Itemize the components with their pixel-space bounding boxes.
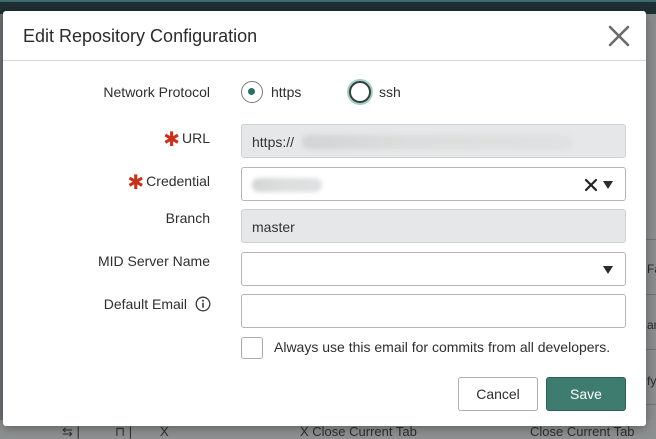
radio-ssh-label: ssh — [379, 84, 401, 100]
close-icon[interactable] — [607, 24, 631, 48]
background-bottom-item: X — [160, 424, 169, 439]
network-protocol-label: Network Protocol — [103, 84, 210, 100]
dialog-title: Edit Repository Configuration — [23, 26, 258, 46]
background-right-panel: Fa an fy — [646, 14, 656, 439]
save-button[interactable]: Save — [546, 377, 626, 411]
cancel-button[interactable]: Cancel — [458, 377, 538, 411]
edit-repository-dialog: Edit Repository Configuration Network Pr… — [3, 11, 646, 426]
background-bottom-item: ⊓ | — [115, 424, 133, 439]
url-label: ✱ URL — [163, 124, 210, 151]
url-field[interactable]: https:// — [241, 124, 626, 158]
background-row-divider — [646, 349, 656, 350]
branch-field[interactable]: master — [241, 209, 626, 243]
required-asterisk-icon: ✱ — [127, 172, 145, 194]
default-email-input[interactable] — [241, 294, 626, 328]
always-use-email-label: Always use this email for commits from a… — [274, 339, 611, 355]
mid-server-select[interactable] — [241, 252, 626, 286]
url-value-prefix: https:// — [252, 134, 295, 150]
radio-https[interactable] — [241, 81, 263, 103]
background-row-divider — [646, 239, 656, 240]
background-row-divider — [646, 294, 656, 295]
branch-label: Branch — [165, 210, 210, 226]
background-row-divider — [646, 404, 656, 405]
background-bottom-item: Close Current Tab — [530, 424, 635, 439]
background-text-fragment: fy — [647, 374, 656, 388]
chevron-down-icon[interactable] — [603, 266, 613, 274]
background-text-fragment: Fa — [647, 262, 656, 276]
mid-server-label: MID Server Name — [97, 253, 210, 269]
credential-select[interactable] — [241, 167, 626, 201]
required-asterisk-icon: ✱ — [163, 129, 180, 151]
info-circle-icon[interactable] — [195, 296, 211, 312]
branch-value: master — [252, 219, 295, 235]
credential-label: ✱ Credential — [127, 167, 210, 194]
always-use-email-checkbox[interactable] — [241, 337, 263, 359]
credential-label-text: Credential — [146, 173, 210, 189]
credential-redacted-value — [252, 178, 322, 192]
chevron-down-icon[interactable] — [603, 181, 613, 189]
dialog-header: Edit Repository Configuration — [3, 11, 646, 61]
clear-x-icon[interactable] — [584, 178, 598, 192]
background-accent-line — [0, 0, 656, 2]
radio-https-label: https — [271, 84, 302, 100]
background-bottom-item: X Close Current Tab — [300, 424, 417, 439]
default-email-label: Default Email — [103, 296, 187, 312]
background-text-fragment: an — [647, 318, 656, 332]
radio-ssh[interactable] — [349, 81, 371, 103]
url-redacted-value — [302, 135, 572, 149]
url-label-text: URL — [181, 130, 210, 146]
background-bottom-item: ⇆ | — [62, 424, 80, 439]
